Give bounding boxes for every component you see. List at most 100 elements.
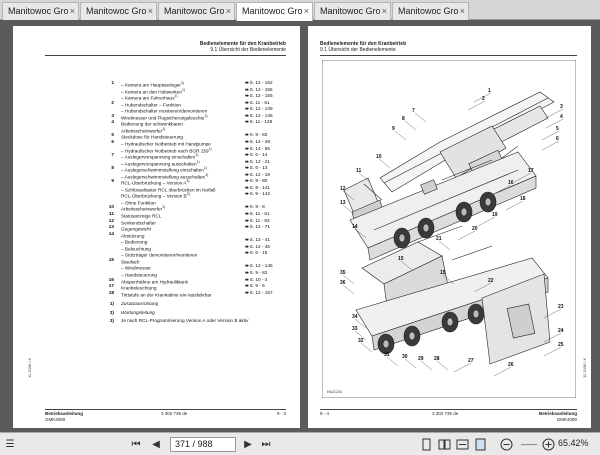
- footnote-marker: 1): [205, 172, 209, 177]
- page-header-section: 9.1 Übersicht der Bedienelemente: [210, 47, 286, 53]
- page-number-input[interactable]: 371 / 988: [170, 437, 236, 452]
- document-view[interactable]: Bedienelemente für den Kranbetrieb 9.1 Ü…: [0, 21, 600, 432]
- tab-document-6[interactable]: Manitowoc Grove Cra...×: [392, 2, 469, 20]
- item-number: 13: [108, 224, 114, 230]
- page-reference-link[interactable]: ⇛ S. 12 - 71: [245, 224, 270, 230]
- callout-number: 7: [412, 108, 415, 114]
- zoom-level[interactable]: 65.42%: [558, 438, 589, 448]
- callout-number: 10: [376, 154, 382, 160]
- page-reference-link[interactable]: ⇛ S. 12 - 155: [245, 87, 273, 93]
- page-reference-link[interactable]: ⇛ S. 12 - 41: [245, 237, 270, 243]
- close-icon[interactable]: ×: [304, 6, 309, 16]
- page-reference: S. 12 - 21: [249, 158, 270, 164]
- page-reference: S. 9 - 141: [249, 184, 270, 190]
- callout-number: 25: [558, 342, 564, 348]
- page-reference-link[interactable]: ⇛ S. 6 - 13: [245, 165, 267, 171]
- page-reference-link[interactable]: ⇛ S. 12 - 45: [245, 244, 270, 250]
- page-reference: S. 11 - 61: [249, 211, 270, 216]
- page-right: Bedienelemente für den Kranbetrieb 9.1 Ü…: [308, 26, 591, 428]
- page-reference-link[interactable]: ⇛ S. 12 - 157: [245, 290, 273, 296]
- two-page-icon[interactable]: [438, 438, 451, 451]
- page-reference-link[interactable]: ⇛ S. 12 - 139: [245, 106, 273, 112]
- page-header-section: 9.1 Übersicht der Bedienelemente: [320, 47, 396, 53]
- footnote-marker: 3): [186, 179, 190, 184]
- page-reference-link[interactable]: ⇛ S. 10 - 4: [245, 277, 267, 283]
- page-reference-link[interactable]: ⇛ S. 12 - 152: [245, 80, 273, 86]
- tab-document-5[interactable]: Manitowoc Grove Cra...×: [314, 2, 391, 20]
- list-item: RCL-Überbrückung – Version B3) ⇛ S. 9 - 1…: [13, 191, 300, 199]
- close-icon[interactable]: ×: [70, 6, 75, 16]
- footnote-marker: 1): [162, 205, 166, 210]
- page-reference-link[interactable]: ⇛ S. 6 - 15: [245, 250, 267, 256]
- footnote-symbol: 3): [109, 318, 114, 324]
- list-item: 11 Statusanzeige RCL ⇛ S. 11 - 61: [13, 211, 300, 219]
- page-reference-link[interactable]: ⇛ S. 9 - 6: [245, 283, 265, 289]
- page-reference: S. 12 - 145: [249, 263, 273, 269]
- page-reference-link[interactable]: ⇛ S. 9 - 82: [245, 270, 267, 276]
- zoom-out-icon[interactable]: [500, 438, 513, 451]
- status-bar: ☰ ⏮ ◀ 371 / 988 ▶ ⏭ —— 65.42%: [0, 432, 600, 455]
- tab-document-1[interactable]: Manitowoc Grove Cra...×: [2, 2, 79, 20]
- tab-document-4[interactable]: Manitowoc Grove Cran...×: [236, 2, 313, 21]
- callout-number: 17: [528, 168, 534, 174]
- page-reference-link[interactable]: ⇛ S. 6 - 14: [245, 152, 267, 158]
- footnote-text: Wartungsleitung: [121, 309, 155, 315]
- footnote-marker: 1): [181, 87, 186, 92]
- page-reference-link[interactable]: ⇛ S. 14 - 56: [245, 146, 270, 152]
- prev-page-icon[interactable]: ◀: [150, 438, 162, 451]
- page-reference-link[interactable]: ⇛ S. 11 - 61: [245, 211, 270, 217]
- list-item: – Windmesser ⇛ S. 12 - 145: [13, 263, 300, 271]
- fit-width-icon[interactable]: [456, 438, 469, 451]
- page-reference-link[interactable]: ⇛ S. 9 - 142: [245, 191, 270, 197]
- page-reference-link[interactable]: ⇛ S. 12 - 155: [245, 93, 273, 99]
- footer-pagenumber: 9 - 4: [320, 411, 330, 416]
- footnote-text: Zusatzausrüstung: [121, 301, 159, 307]
- last-page-icon[interactable]: ⏭: [260, 438, 272, 451]
- item-number: 9: [111, 178, 114, 184]
- page-reference: S. 9 - 80: [249, 178, 268, 184]
- item-number: 10: [108, 204, 114, 210]
- callout-number: 12: [340, 186, 346, 192]
- page-reference-link[interactable]: ⇛ S. 11 - 61: [245, 100, 270, 106]
- single-page-icon[interactable]: [420, 438, 433, 451]
- page-reference-link[interactable]: ⇛ S. 12 - 19: [245, 172, 270, 178]
- fit-page-icon[interactable]: [474, 438, 487, 451]
- list-item: – Beleuchtung ⇛ S. 12 - 45: [13, 244, 300, 252]
- page-reference-link[interactable]: ⇛ S. 12 - 145: [245, 113, 273, 119]
- page-reference: S. 12 - 155: [249, 86, 273, 92]
- page-reference-link[interactable]: ⇛ S. 9 - 80: [245, 178, 267, 184]
- close-icon[interactable]: ×: [148, 6, 153, 16]
- close-icon[interactable]: ×: [382, 6, 387, 16]
- list-item: 8– Auslegerschwimmstellung einschalten1)…: [13, 165, 300, 173]
- close-icon[interactable]: ×: [460, 6, 465, 16]
- page-reference-link[interactable]: ⇛ S. 9 - 141: [245, 185, 270, 191]
- page-reference-link[interactable]: ⇛ S. 9 - 8: [245, 204, 265, 210]
- page-reference-link[interactable]: ⇛ S. 12 - 21: [245, 159, 270, 165]
- list-item: – Hubendschalter montieren/demontieren ⇛ …: [13, 106, 300, 114]
- item-number: 15: [108, 256, 114, 262]
- page-reference: S. 9 - 6: [249, 283, 265, 289]
- tab-document-3[interactable]: Manitowoc Grove Cra...×: [158, 2, 235, 20]
- item-text: Trittstufe an der Krankabine ein-/ausfah…: [121, 290, 212, 299]
- zoom-slider[interactable]: ——: [517, 438, 541, 451]
- callout-number: 1: [488, 88, 491, 94]
- item-number: 18: [108, 289, 114, 295]
- list-item: – Kamera an den Hubwerken1) ⇛ S. 12 - 155: [13, 87, 300, 95]
- sidebar-toggle-icon[interactable]: ☰: [3, 438, 17, 451]
- tab-label: Manitowoc Grove Cran...: [242, 6, 302, 16]
- page-header: Bedienelemente für den Kranbetrieb 9.1 Ü…: [320, 41, 406, 53]
- page-reference-link[interactable]: ⇛ S. 11 - 83: [245, 218, 270, 224]
- zoom-in-icon[interactable]: [542, 438, 555, 451]
- tab-document-2[interactable]: Manitowoc Grove Cra...×: [80, 2, 157, 20]
- page-reference-link[interactable]: ⇛ S. 14 - 49: [245, 139, 270, 145]
- callout-number: 32: [358, 338, 364, 344]
- tab-label: Manitowoc Grove Cra...: [398, 6, 458, 16]
- page-reference-link[interactable]: ⇛ S. 9 - 82: [245, 132, 267, 138]
- callout-number: 19: [492, 212, 498, 218]
- close-icon[interactable]: ×: [226, 6, 231, 16]
- first-page-icon[interactable]: ⏮: [130, 438, 142, 451]
- page-reference-link[interactable]: ⇛ S. 11 - 128: [245, 119, 272, 125]
- page-reference: S. 12 - 45: [249, 243, 270, 249]
- next-page-icon[interactable]: ▶: [242, 438, 254, 451]
- page-reference-link[interactable]: ⇛ S. 12 - 145: [245, 263, 273, 269]
